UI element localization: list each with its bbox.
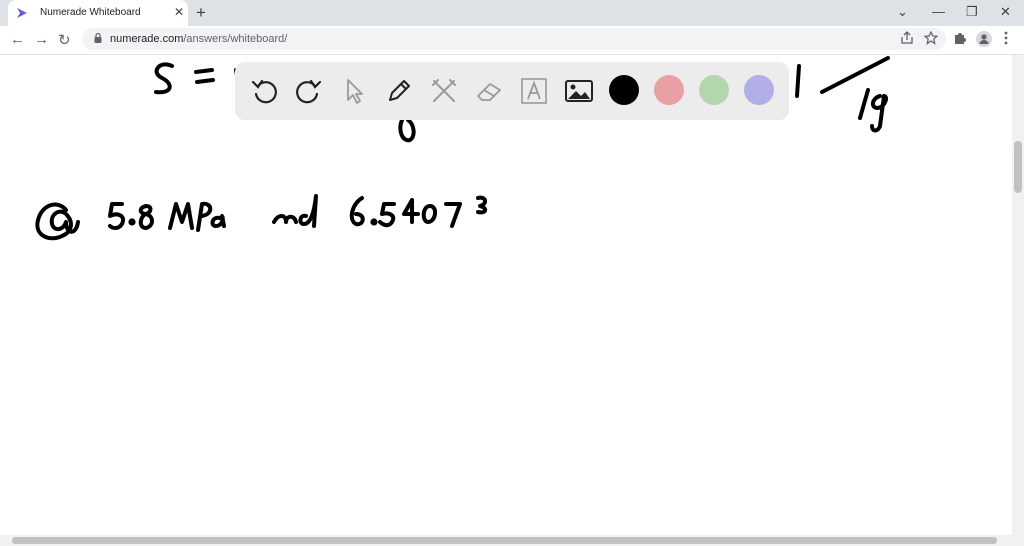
color-swatch-purple[interactable]: [744, 75, 774, 105]
stroke-g: [870, 94, 888, 133]
browser-toolbar: ← → ↻ numerade.com/answers/whiteboard/: [0, 26, 1024, 55]
whiteboard-toolbar: [235, 62, 789, 120]
extensions-icon[interactable]: [953, 31, 967, 45]
tab-search-icon[interactable]: ⌄: [897, 4, 908, 20]
lock-icon: [94, 33, 102, 43]
color-swatch-black[interactable]: [609, 75, 639, 105]
menu-icon[interactable]: [1003, 31, 1009, 45]
new-tab-button[interactable]: +: [196, 3, 206, 23]
tools-icon[interactable]: [429, 76, 459, 106]
stroke-eight: [138, 204, 154, 230]
stroke-k: [858, 88, 870, 120]
share-icon[interactable]: [900, 31, 914, 45]
stroke-seven: [444, 202, 462, 228]
stroke-five: [108, 202, 125, 230]
color-swatch-pink[interactable]: [654, 75, 684, 105]
stroke-zero-2: [421, 204, 437, 224]
url-path: /answers/whiteboard/: [183, 33, 288, 45]
tab-whiteboard[interactable]: Numerade Whiteboard ✕: [8, 0, 188, 26]
stroke-p: [196, 201, 213, 232]
stroke-at-sign: [35, 202, 80, 241]
vertical-scrollbar[interactable]: [1012, 55, 1024, 535]
pen-icon[interactable]: [384, 76, 414, 106]
reload-button[interactable]: ↻: [58, 31, 71, 49]
stroke-fraction-bar: [820, 56, 890, 94]
tab-strip: Numerade Whiteboard ✕ + ⌄ — ❐ ✕: [0, 0, 1024, 26]
restore-button[interactable]: ❐: [966, 4, 978, 20]
url-text: numerade.com/answers/whiteboard/: [110, 33, 287, 45]
handwriting-strokes: [35, 56, 890, 241]
pointer-icon[interactable]: [339, 76, 369, 106]
undo-icon[interactable]: [249, 76, 279, 106]
tab-close-icon[interactable]: ✕: [174, 5, 184, 19]
stroke-letter-s: [154, 62, 174, 95]
close-window-button[interactable]: ✕: [1000, 4, 1011, 20]
stroke-paren: [795, 64, 801, 98]
stroke-four: [402, 198, 420, 224]
horizontal-scroll-thumb[interactable]: [12, 537, 997, 544]
tab-title: Numerade Whiteboard: [40, 7, 141, 18]
minimize-button[interactable]: —: [932, 4, 945, 19]
back-button[interactable]: ←: [10, 31, 25, 48]
numerade-logo-icon: [17, 8, 27, 18]
redo-icon[interactable]: [294, 76, 324, 106]
stroke-six: [349, 196, 365, 227]
stroke-m: [168, 202, 194, 230]
stroke-zero: [398, 118, 416, 143]
stroke-fragment-2: [476, 195, 487, 215]
stroke-and-2: [298, 194, 318, 228]
stroke-equals: [194, 68, 215, 84]
stroke-a: [210, 214, 226, 228]
stroke-five-2: [378, 202, 396, 228]
color-swatch-green[interactable]: [699, 75, 729, 105]
vertical-scroll-thumb[interactable]: [1014, 141, 1022, 193]
profile-icon[interactable]: [976, 31, 992, 47]
stroke-dot: [128, 218, 136, 226]
forward-button[interactable]: →: [34, 31, 49, 48]
horizontal-scrollbar[interactable]: [0, 535, 1024, 546]
url-host: numerade.com: [110, 33, 184, 45]
image-icon[interactable]: [564, 76, 594, 106]
star-icon[interactable]: [924, 31, 938, 45]
whiteboard-canvas[interactable]: [0, 55, 1012, 535]
stroke-and-1: [272, 214, 298, 224]
stroke-dot-2: [370, 218, 378, 226]
eraser-icon[interactable]: [474, 76, 504, 106]
text-icon[interactable]: [519, 76, 549, 106]
address-bar[interactable]: numerade.com/answers/whiteboard/: [82, 28, 946, 50]
